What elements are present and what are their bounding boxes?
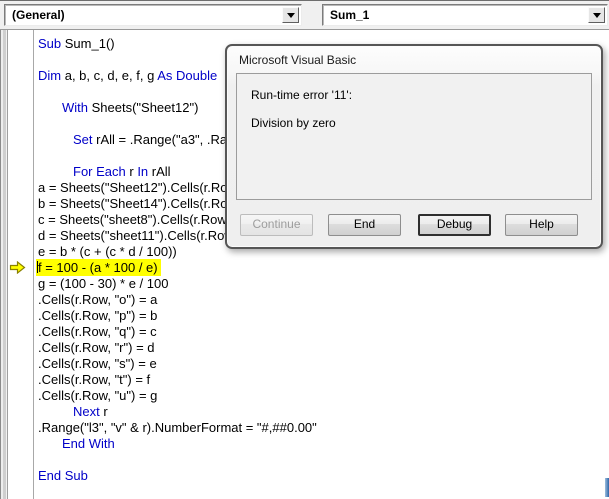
code-line[interactable]: .Cells(r.Row, "u") = g (0, 388, 609, 404)
code-text: g = (100 - 30) * e / 100 (38, 276, 168, 291)
code-line[interactable]: .Cells(r.Row, "t") = f (0, 372, 609, 388)
error-message-line2: Division by zero (251, 116, 336, 130)
code-text: .Cells(r.Row, "t") = f (38, 372, 150, 387)
code-line[interactable]: .Range("l3", "v" & r).NumberFormat = "#,… (0, 420, 609, 436)
code-keyword: End With (62, 436, 115, 451)
code-keyword: Set (73, 132, 93, 147)
dialog-title: Microsoft Visual Basic (239, 53, 356, 67)
code-keyword: End Sub (38, 468, 88, 483)
debug-button[interactable]: Debug (418, 214, 491, 236)
chevron-down-icon (287, 13, 295, 22)
code-line[interactable]: .Cells(r.Row, "o") = a (0, 292, 609, 308)
object-dropdown-value: (General) (12, 8, 65, 22)
vba-editor-window: { "editor": { "object_dropdown": "(Gener… (0, 0, 609, 498)
code-text: .Cells(r.Row, "s") = e (38, 356, 157, 371)
code-line[interactable]: .Cells(r.Row, "s") = e (0, 356, 609, 372)
procedure-dropdown-button[interactable] (588, 7, 605, 23)
object-dropdown[interactable]: (General) (4, 4, 302, 26)
code-line[interactable]: .Cells(r.Row, "q") = c (0, 324, 609, 340)
code-text: Sum_1() (61, 36, 114, 51)
background-window-fragment (605, 478, 609, 497)
code-keyword: Next (73, 404, 100, 419)
code-text: a, b, c, d, e, f, g (61, 68, 157, 83)
code-keyword: In (137, 164, 148, 179)
continue-button: Continue (240, 214, 313, 236)
code-line[interactable]: .Cells(r.Row, "p") = b (0, 308, 609, 324)
code-text: .Cells(r.Row, "p") = b (38, 308, 157, 323)
procedure-dropdown[interactable]: Sum_1 (322, 4, 608, 26)
code-text: .Cells(r.Row, "o") = a (38, 292, 157, 307)
code-text: .Range("l3", "v" & r).NumberFormat = "#,… (38, 420, 317, 435)
code-keyword: As Double (157, 68, 217, 83)
code-line[interactable]: .Cells(r.Row, "r") = d (0, 340, 609, 356)
dropdown-toolbar: (General) Sum_1 (0, 1, 609, 30)
code-text: Sheets("Sheet12") (88, 100, 198, 115)
code-keyword: For Each (73, 164, 126, 179)
code-text: .Cells(r.Row, "r") = d (38, 340, 155, 355)
code-text: e = b * (c + (c * d / 100)) (38, 244, 177, 259)
code-keyword: Dim (38, 68, 61, 83)
code-text: .Cells(r.Row, "q") = c (38, 324, 157, 339)
code-line[interactable]: Next r (0, 404, 609, 420)
code-line[interactable]: End Sub (0, 468, 609, 484)
error-line-highlight: f = 100 - (a * 100 / e) (36, 259, 161, 276)
code-text: .Cells(r.Row, "u") = g (38, 388, 157, 403)
error-message-line1: Run-time error '11': (251, 88, 352, 102)
error-message-panel: Run-time error '11': Division by zero (236, 73, 592, 200)
code-keyword: With (62, 100, 88, 115)
code-keyword: Sub (38, 36, 61, 51)
code-line[interactable]: End With (0, 436, 609, 452)
help-button[interactable]: Help (505, 214, 578, 236)
error-line[interactable]: f = 100 - (a * 100 / e) (0, 260, 609, 276)
chevron-down-icon (593, 13, 601, 22)
code-text: rAll (148, 164, 170, 179)
code-text: r (126, 164, 138, 179)
procedure-dropdown-value: Sum_1 (330, 8, 369, 22)
object-dropdown-button[interactable] (282, 7, 299, 23)
end-button[interactable]: End (328, 214, 401, 236)
code-line[interactable]: g = (100 - 30) * e / 100 (0, 276, 609, 292)
code-text: r (100, 404, 108, 419)
code-text: f = 100 - (a * 100 / e) (38, 260, 158, 275)
error-dialog: Microsoft Visual Basic Run-time error '1… (225, 44, 603, 249)
code-line[interactable] (0, 452, 609, 468)
code-text: c = Sheets("sheet8").Cells(r.Row, "c") (38, 212, 253, 227)
execution-arrow-icon (9, 261, 26, 274)
